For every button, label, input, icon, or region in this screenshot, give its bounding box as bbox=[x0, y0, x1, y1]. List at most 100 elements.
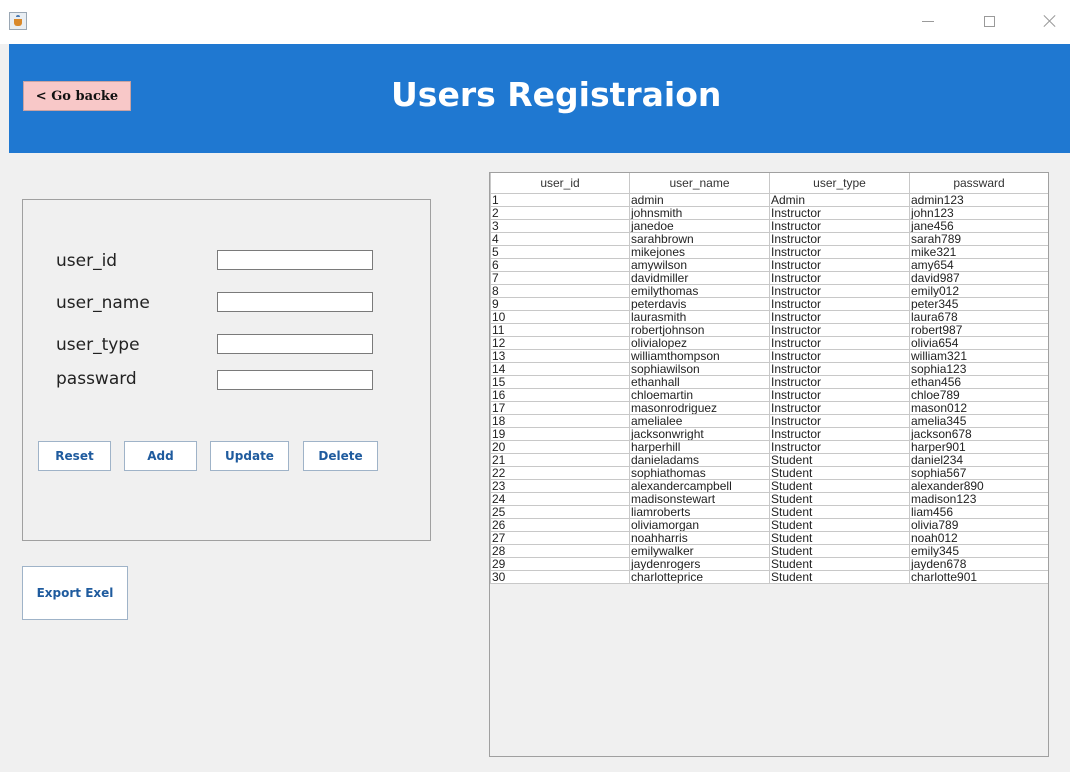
cell-password[interactable]: ethan456 bbox=[909, 374, 1048, 389]
cell-user-type[interactable]: Student bbox=[769, 465, 910, 480]
cell-password[interactable]: harper901 bbox=[909, 439, 1048, 454]
cell-user-id[interactable]: 30 bbox=[490, 569, 630, 584]
table-row[interactable]: 2 johnsmith Instructor john123 bbox=[490, 205, 1048, 220]
cell-user-name[interactable]: laurasmith bbox=[629, 309, 770, 324]
cell-user-type[interactable]: Student bbox=[769, 452, 910, 467]
cell-user-id[interactable]: 12 bbox=[490, 335, 630, 350]
cell-user-type[interactable]: Student bbox=[769, 491, 910, 506]
cell-user-name[interactable]: amywilson bbox=[629, 257, 770, 272]
cell-password[interactable]: jackson678 bbox=[909, 426, 1048, 441]
table-row[interactable]: 26 oliviamorgan Student olivia789 bbox=[490, 517, 1048, 532]
cell-user-id[interactable]: 6 bbox=[490, 257, 630, 272]
cell-user-type[interactable]: Instructor bbox=[769, 231, 910, 246]
cell-user-type[interactable]: Student bbox=[769, 530, 910, 545]
table-row[interactable]: 29 jaydenrogers Student jayden678 bbox=[490, 556, 1048, 571]
cell-user-name[interactable]: jaydenrogers bbox=[629, 556, 770, 571]
cell-password[interactable]: peter345 bbox=[909, 296, 1048, 311]
cell-user-type[interactable]: Instructor bbox=[769, 439, 910, 454]
cell-user-name[interactable]: mikejones bbox=[629, 244, 770, 259]
cell-user-id[interactable]: 26 bbox=[490, 517, 630, 532]
cell-password[interactable]: sophia567 bbox=[909, 465, 1048, 480]
cell-password[interactable]: daniel234 bbox=[909, 452, 1048, 467]
cell-user-type[interactable]: Instructor bbox=[769, 322, 910, 337]
update-button[interactable]: Update bbox=[210, 441, 289, 471]
cell-user-id[interactable]: 25 bbox=[490, 504, 630, 519]
cell-password[interactable]: olivia654 bbox=[909, 335, 1048, 350]
cell-user-id[interactable]: 3 bbox=[490, 218, 630, 233]
table-row[interactable]: 19 jacksonwright Instructor jackson678 bbox=[490, 426, 1048, 441]
close-button[interactable] bbox=[1027, 8, 1070, 34]
cell-user-id[interactable]: 17 bbox=[490, 400, 630, 415]
cell-user-type[interactable]: Instructor bbox=[769, 374, 910, 389]
cell-user-name[interactable]: sarahbrown bbox=[629, 231, 770, 246]
cell-user-type[interactable]: Instructor bbox=[769, 309, 910, 324]
cell-user-name[interactable]: ethanhall bbox=[629, 374, 770, 389]
cell-password[interactable]: amy654 bbox=[909, 257, 1048, 272]
cell-password[interactable]: alexander890 bbox=[909, 478, 1048, 493]
cell-user-id[interactable]: 4 bbox=[490, 231, 630, 246]
cell-user-name[interactable]: admin bbox=[629, 192, 770, 207]
cell-user-id[interactable]: 8 bbox=[490, 283, 630, 298]
cell-user-id[interactable]: 24 bbox=[490, 491, 630, 506]
cell-password[interactable]: amelia345 bbox=[909, 413, 1048, 428]
cell-user-type[interactable]: Instructor bbox=[769, 270, 910, 285]
cell-user-id[interactable]: 23 bbox=[490, 478, 630, 493]
cell-password[interactable]: jayden678 bbox=[909, 556, 1048, 571]
cell-user-name[interactable]: olivialopez bbox=[629, 335, 770, 350]
cell-user-name[interactable]: williamthompson bbox=[629, 348, 770, 363]
table-row[interactable]: 23 alexandercampbell Student alexander890 bbox=[490, 478, 1048, 493]
cell-user-id[interactable]: 14 bbox=[490, 361, 630, 376]
cell-user-type[interactable]: Instructor bbox=[769, 426, 910, 441]
minimize-button[interactable] bbox=[905, 8, 951, 34]
cell-user-name[interactable]: peterdavis bbox=[629, 296, 770, 311]
table-row[interactable]: 27 noahharris Student noah012 bbox=[490, 530, 1048, 545]
column-header-user-id[interactable]: user_id bbox=[490, 173, 630, 194]
cell-user-id[interactable]: 20 bbox=[490, 439, 630, 454]
cell-user-name[interactable]: emilywalker bbox=[629, 543, 770, 558]
cell-user-name[interactable]: oliviamorgan bbox=[629, 517, 770, 532]
cell-password[interactable]: madison123 bbox=[909, 491, 1048, 506]
cell-user-type[interactable]: Student bbox=[769, 517, 910, 532]
cell-password[interactable]: emily012 bbox=[909, 283, 1048, 298]
cell-user-type[interactable]: Instructor bbox=[769, 413, 910, 428]
cell-user-name[interactable]: madisonstewart bbox=[629, 491, 770, 506]
cell-user-type[interactable]: Instructor bbox=[769, 348, 910, 363]
cell-user-name[interactable]: noahharris bbox=[629, 530, 770, 545]
table-row[interactable]: 18 amelialee Instructor amelia345 bbox=[490, 413, 1048, 428]
table-row[interactable]: 9 peterdavis Instructor peter345 bbox=[490, 296, 1048, 311]
cell-user-type[interactable]: Instructor bbox=[769, 257, 910, 272]
table-row[interactable]: 20 harperhill Instructor harper901 bbox=[490, 439, 1048, 454]
cell-user-id[interactable]: 21 bbox=[490, 452, 630, 467]
cell-user-type[interactable]: Instructor bbox=[769, 387, 910, 402]
cell-user-id[interactable]: 11 bbox=[490, 322, 630, 337]
cell-user-id[interactable]: 9 bbox=[490, 296, 630, 311]
cell-user-name[interactable]: liamroberts bbox=[629, 504, 770, 519]
cell-password[interactable]: laura678 bbox=[909, 309, 1048, 324]
table-row[interactable]: 7 davidmiller Instructor david987 bbox=[490, 270, 1048, 285]
cell-user-id[interactable]: 22 bbox=[490, 465, 630, 480]
cell-user-name[interactable]: jacksonwright bbox=[629, 426, 770, 441]
cell-user-name[interactable]: harperhill bbox=[629, 439, 770, 454]
table-row[interactable]: 8 emilythomas Instructor emily012 bbox=[490, 283, 1048, 298]
cell-user-id[interactable]: 2 bbox=[490, 205, 630, 220]
delete-button[interactable]: Delete bbox=[303, 441, 378, 471]
cell-user-name[interactable]: alexandercampbell bbox=[629, 478, 770, 493]
cell-user-id[interactable]: 16 bbox=[490, 387, 630, 402]
cell-user-name[interactable]: sophiathomas bbox=[629, 465, 770, 480]
cell-user-id[interactable]: 28 bbox=[490, 543, 630, 558]
export-excel-button[interactable]: Export Exel bbox=[22, 566, 128, 620]
user-type-field[interactable] bbox=[217, 334, 373, 354]
table-row[interactable]: 22 sophiathomas Student sophia567 bbox=[490, 465, 1048, 480]
user-id-field[interactable] bbox=[217, 250, 373, 270]
table-row[interactable]: 14 sophiawilson Instructor sophia123 bbox=[490, 361, 1048, 376]
cell-password[interactable]: mason012 bbox=[909, 400, 1048, 415]
cell-password[interactable]: mike321 bbox=[909, 244, 1048, 259]
user-name-field[interactable] bbox=[217, 292, 373, 312]
cell-user-name[interactable]: robertjohnson bbox=[629, 322, 770, 337]
table-row[interactable]: 1 admin Admin admin123 bbox=[490, 192, 1048, 207]
table-row[interactable]: 17 masonrodriguez Instructor mason012 bbox=[490, 400, 1048, 415]
table-row[interactable]: 15 ethanhall Instructor ethan456 bbox=[490, 374, 1048, 389]
cell-user-name[interactable]: davidmiller bbox=[629, 270, 770, 285]
cell-user-id[interactable]: 13 bbox=[490, 348, 630, 363]
table-row[interactable]: 3 janedoe Instructor jane456 bbox=[490, 218, 1048, 233]
